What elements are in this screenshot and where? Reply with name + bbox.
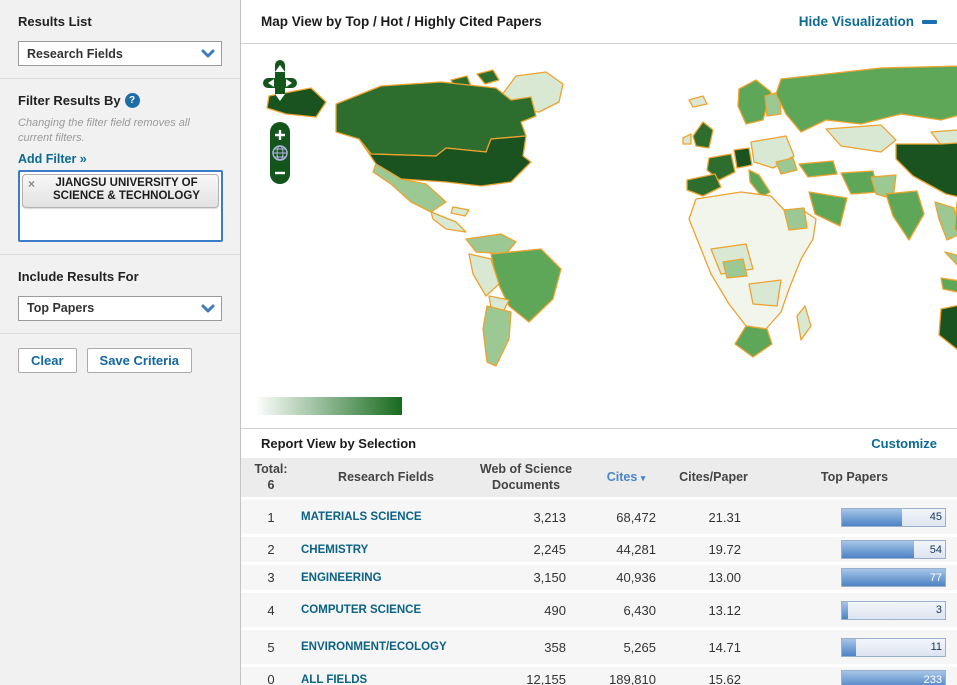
cites-paper-cell: 15.62 (708, 672, 741, 685)
report-table: Total: 6 Research Fields Web of Science … (241, 458, 957, 685)
cites-paper-cell: 14.71 (708, 639, 741, 655)
field-link[interactable]: MATERIALS SCIENCE (301, 510, 471, 524)
save-criteria-button[interactable]: Save Criteria (86, 347, 193, 373)
top-papers-bar: 233 (756, 670, 953, 685)
filter-section: Filter Results By? Changing the filter f… (0, 79, 240, 255)
column-header-cites[interactable]: Cites ▾ (581, 466, 671, 490)
field-link[interactable]: ENGINEERING (301, 571, 471, 585)
rank-cell: 3 (267, 570, 275, 586)
sidebar-buttons: Clear Save Criteria (0, 334, 240, 387)
rank-cell: 5 (267, 639, 275, 655)
table-row: 4 COMPUTER SCIENCE 490 6,430 13.12 3 (241, 593, 957, 628)
report-title: Report View by Selection (261, 436, 417, 451)
zoom-control[interactable] (270, 122, 290, 184)
report-header: Report View by Selection Customize (241, 428, 957, 458)
cites-cell: 40,936 (616, 570, 656, 586)
top-papers-bar: 77 (756, 568, 953, 588)
sort-down-icon: ▾ (640, 472, 646, 483)
cites-cell: 5,265 (623, 639, 656, 655)
add-filter-link[interactable]: Add Filter » (18, 152, 87, 166)
rank-cell: 2 (267, 542, 275, 558)
field-link[interactable]: ALL FIELDS (301, 673, 471, 685)
filter-tag: × JIANGSU UNIVERSITY OF SCIENCE & TECHNO… (22, 173, 219, 209)
table-header-row: Total: 6 Research Fields Web of Science … (241, 458, 957, 498)
filter-note: Changing the filter field removes all cu… (18, 117, 190, 144)
documents-cell: 2,245 (533, 542, 566, 558)
top-papers-bar: 3 (756, 600, 953, 620)
remove-filter-icon[interactable]: × (28, 177, 35, 205)
map-color-legend (255, 397, 402, 415)
column-header-cites-paper: Cites/Paper (679, 469, 748, 484)
column-header-documents: Web of Science Documents (479, 462, 573, 492)
top-papers-bar: 11 (756, 637, 953, 657)
rank-cell: 0 (267, 672, 275, 685)
results-list-heading: Results List (18, 14, 92, 29)
cites-cell: 189,810 (609, 672, 656, 685)
filter-heading: Filter Results By? (18, 93, 222, 108)
column-header-top-papers: Top Papers (820, 469, 889, 484)
documents-cell: 3,213 (533, 509, 566, 525)
documents-cell: 490 (544, 602, 566, 618)
field-link[interactable]: ENVIRONMENT/ECOLOGY (301, 640, 471, 654)
table-row: 0 ALL FIELDS 12,155 189,810 15.62 233 (241, 667, 957, 685)
results-list-section: Results List Research Fields (0, 0, 240, 79)
clear-button[interactable]: Clear (18, 347, 77, 373)
cites-paper-cell: 13.00 (708, 570, 741, 586)
documents-cell: 358 (544, 639, 566, 655)
top-papers-value: 77 (929, 571, 942, 584)
documents-cell: 3,150 (533, 570, 566, 586)
esi-page: Results List Research Fields Filter Resu… (0, 0, 957, 685)
cites-paper-cell: 21.31 (708, 509, 741, 525)
chevron-down-icon (201, 49, 215, 58)
top-papers-value: 45 (929, 511, 942, 524)
collapse-icon (922, 19, 937, 24)
help-icon[interactable]: ? (124, 93, 140, 108)
filter-tag-label: JIANGSU UNIVERSITY OF SCIENCE & TECHNOLO… (53, 176, 200, 203)
filter-box[interactable]: × JIANGSU UNIVERSITY OF SCIENCE & TECHNO… (18, 169, 223, 242)
chevron-down-icon (201, 304, 215, 313)
map-header: Map View by Top / Hot / Highly Cited Pap… (241, 0, 957, 44)
top-papers-value: 3 (935, 604, 942, 617)
results-list-value: Research Fields (27, 46, 123, 61)
total-count: 6 (267, 477, 275, 492)
include-results-section: Include Results For Top Papers (0, 255, 240, 334)
include-results-heading: Include Results For (18, 268, 139, 284)
total-header: Total: 6 (241, 458, 301, 497)
sidebar: Results List Research Fields Filter Resu… (0, 0, 241, 685)
column-header-research-fields: Research Fields (338, 469, 434, 484)
cites-cell: 6,430 (623, 602, 656, 618)
top-papers-value: 11 (930, 641, 942, 654)
table-row: 5 ENVIRONMENT/ECOLOGY 358 5,265 14.71 11 (241, 630, 957, 665)
field-link[interactable]: CHEMISTRY (301, 543, 471, 557)
map-title: Map View by Top / Hot / Highly Cited Pap… (261, 14, 542, 29)
documents-cell: 12,155 (526, 672, 566, 685)
map-controls (263, 60, 297, 184)
include-results-value: Top Papers (27, 301, 95, 316)
top-papers-bar: 45 (756, 507, 953, 527)
cites-cell: 68,472 (616, 509, 656, 525)
field-link[interactable]: COMPUTER SCIENCE (301, 603, 471, 617)
pan-control[interactable] (263, 60, 297, 106)
top-papers-value: 233 (923, 673, 942, 685)
cites-paper-cell: 13.12 (708, 602, 741, 618)
hide-visualization-link[interactable]: Hide Visualization (799, 14, 937, 29)
map-area (241, 44, 957, 428)
top-papers-value: 54 (929, 543, 942, 556)
cites-paper-cell: 19.72 (708, 542, 741, 558)
results-list-dropdown[interactable]: Research Fields (18, 41, 222, 66)
include-results-dropdown[interactable]: Top Papers (18, 295, 222, 321)
rank-cell: 4 (267, 602, 275, 618)
table-row: 1 MATERIALS SCIENCE 3,213 68,472 21.31 4… (241, 500, 957, 535)
main-panel: Map View by Top / Hot / Highly Cited Pap… (241, 0, 957, 685)
world-map[interactable] (241, 44, 957, 389)
rank-cell: 1 (267, 509, 275, 525)
table-row: 3 ENGINEERING 3,150 40,936 13.00 77 (241, 565, 957, 591)
top-papers-bar: 54 (756, 540, 953, 560)
cites-cell: 44,281 (616, 542, 656, 558)
customize-link[interactable]: Customize (871, 436, 937, 451)
table-row: 2 CHEMISTRY 2,245 44,281 19.72 54 (241, 537, 957, 563)
